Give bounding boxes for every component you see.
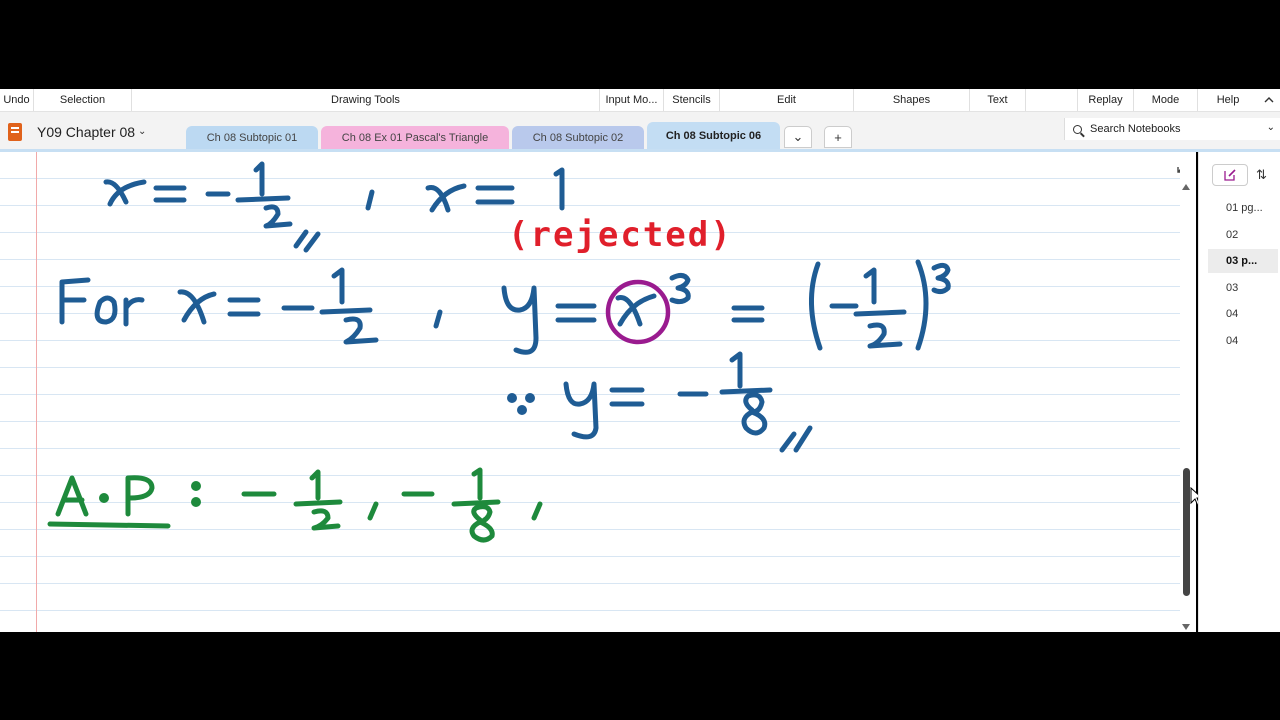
ribbon-tab-blank[interactable]	[1026, 89, 1078, 111]
page-item[interactable]: 03	[1208, 276, 1278, 300]
tab-ch08-subtopic-01[interactable]: Ch 08 Subtopic 01	[186, 126, 318, 149]
ribbon-tab-text[interactable]: Text	[970, 89, 1026, 111]
chevron-down-icon[interactable]: ⌄	[1267, 122, 1275, 133]
chevron-down-icon[interactable]: ⌄	[784, 126, 812, 148]
handwriting-ink: (rejected)	[47, 161, 951, 543]
ribbon-tab-replay[interactable]: Replay	[1078, 89, 1134, 111]
ribbon: Undo Selection Drawing Tools Input Mo... Ste…	[0, 89, 1280, 112]
new-page-icon	[1224, 169, 1236, 181]
chevron-down-icon[interactable]: ⌄	[138, 126, 146, 137]
ribbon-tab-edit[interactable]: Edit	[720, 89, 854, 111]
add-section-button[interactable]: +	[824, 126, 852, 148]
ribbon-tab-mode[interactable]: Mode	[1134, 89, 1198, 111]
page-item[interactable]: 04	[1208, 329, 1278, 353]
scroll-up-icon[interactable]	[1182, 184, 1190, 190]
notebook-icon	[8, 123, 22, 141]
note-canvas[interactable]: (rejected)	[0, 152, 1180, 632]
ribbon-tab-undo[interactable]: Undo	[0, 89, 34, 111]
search-notebooks[interactable]: Search Notebooks ⌄	[1064, 118, 1280, 140]
ink-x	[103, 179, 147, 207]
ribbon-tab-shapes[interactable]: Shapes	[854, 89, 970, 111]
add-page-button[interactable]	[1212, 164, 1248, 186]
tab-ch08-ex01-pascals-triangle[interactable]: Ch 08 Ex 01 Pascal's Triangle	[321, 126, 509, 149]
ribbon-tab-selection[interactable]: Selection	[34, 89, 132, 111]
page-item[interactable]: 04	[1208, 302, 1278, 326]
ribbon-tab-help[interactable]: Help	[1198, 89, 1258, 111]
notebook-title[interactable]: Y09 Chapter 08	[37, 124, 135, 140]
search-icon	[1073, 124, 1082, 134]
sort-icon[interactable]: ⇅	[1256, 167, 1267, 183]
scroll-down-icon[interactable]	[1182, 624, 1190, 630]
ribbon-tab-input-mo[interactable]: Input Mo...	[600, 89, 664, 111]
ribbon-tab-stencils[interactable]: Stencils	[664, 89, 720, 111]
rejected-note: (rejected)	[508, 215, 733, 255]
page-item[interactable]: 02	[1208, 223, 1278, 247]
page-item[interactable]: 03 p...	[1208, 249, 1278, 274]
search-input[interactable]: Search Notebooks	[1090, 123, 1181, 135]
tab-ch08-subtopic-06[interactable]: Ch 08 Subtopic 06	[647, 122, 780, 149]
page-item[interactable]: 01 pg...	[1208, 196, 1278, 220]
scrollbar-thumb[interactable]	[1183, 468, 1190, 596]
chevron-up-icon[interactable]	[1258, 89, 1280, 111]
tab-ch08-subtopic-02[interactable]: Ch 08 Subtopic 02	[512, 126, 644, 149]
ribbon-tab-drawing-tools[interactable]: Drawing Tools	[132, 89, 600, 111]
